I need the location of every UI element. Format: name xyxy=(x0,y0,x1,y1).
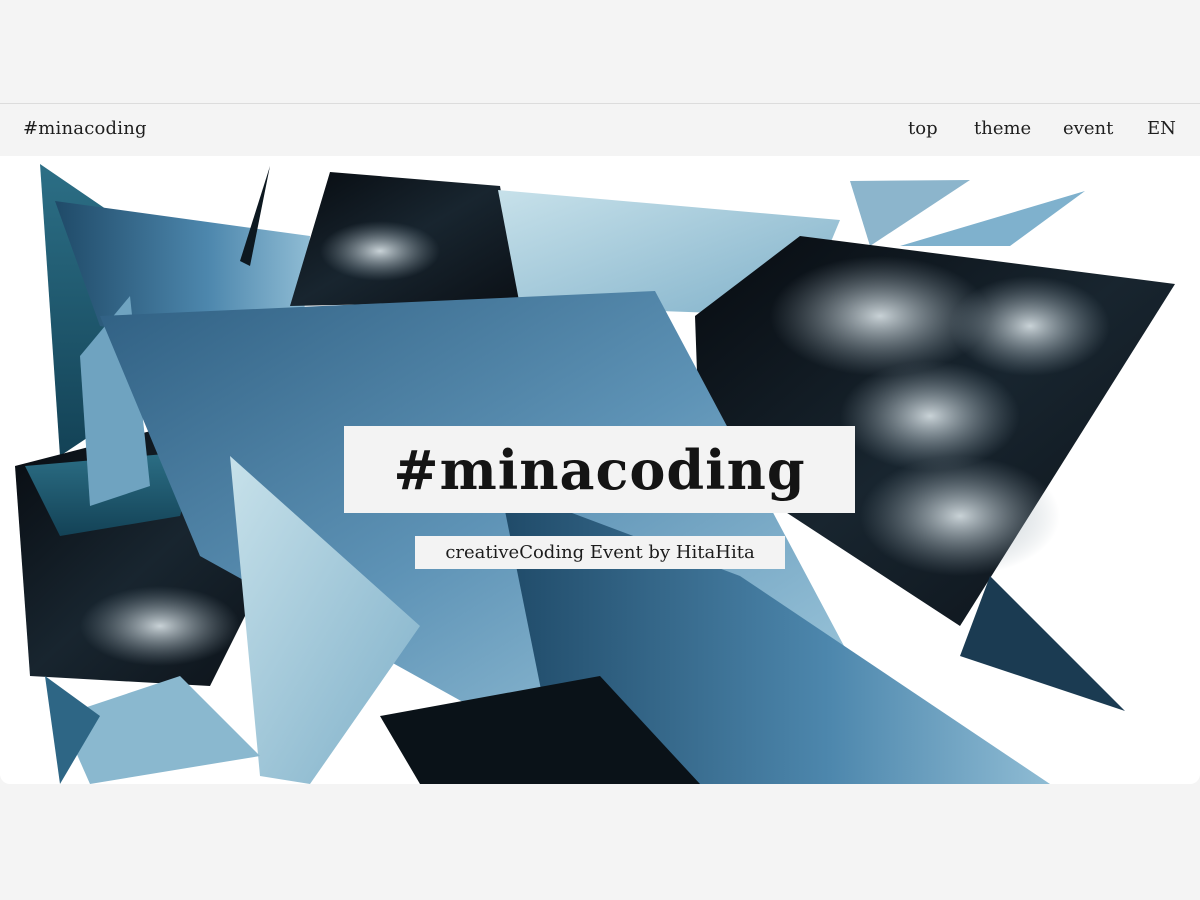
hero-subtitle-box: creativeCoding Event by HitaHita xyxy=(415,536,785,569)
hero-subtitle: creativeCoding Event by HitaHita xyxy=(445,542,755,563)
hero-title: #minacoding xyxy=(393,437,806,502)
nav-link-event[interactable]: event xyxy=(1063,118,1113,139)
page: #minacoding top theme event EN #minacodi… xyxy=(0,0,1200,900)
fractal-cloud-4 xyxy=(860,456,1060,576)
brand-link[interactable]: #minacoding xyxy=(23,118,147,139)
hero-banner: #minacoding creativeCoding Event by Hita… xyxy=(0,156,1200,784)
fractal-cloud-6 xyxy=(80,586,240,666)
language-switch-en[interactable]: EN xyxy=(1147,118,1176,139)
fractal-cloud-5 xyxy=(320,221,440,281)
hero-title-box: #minacoding xyxy=(344,426,855,513)
shard-right-lower-spike xyxy=(960,576,1125,711)
nav-link-theme[interactable]: theme xyxy=(974,118,1031,139)
fractal-cloud-3 xyxy=(840,361,1020,471)
fractal-cloud-2 xyxy=(950,276,1110,376)
top-nav-bar: #minacoding top theme event EN xyxy=(0,103,1200,156)
nav-link-top[interactable]: top xyxy=(908,118,938,139)
